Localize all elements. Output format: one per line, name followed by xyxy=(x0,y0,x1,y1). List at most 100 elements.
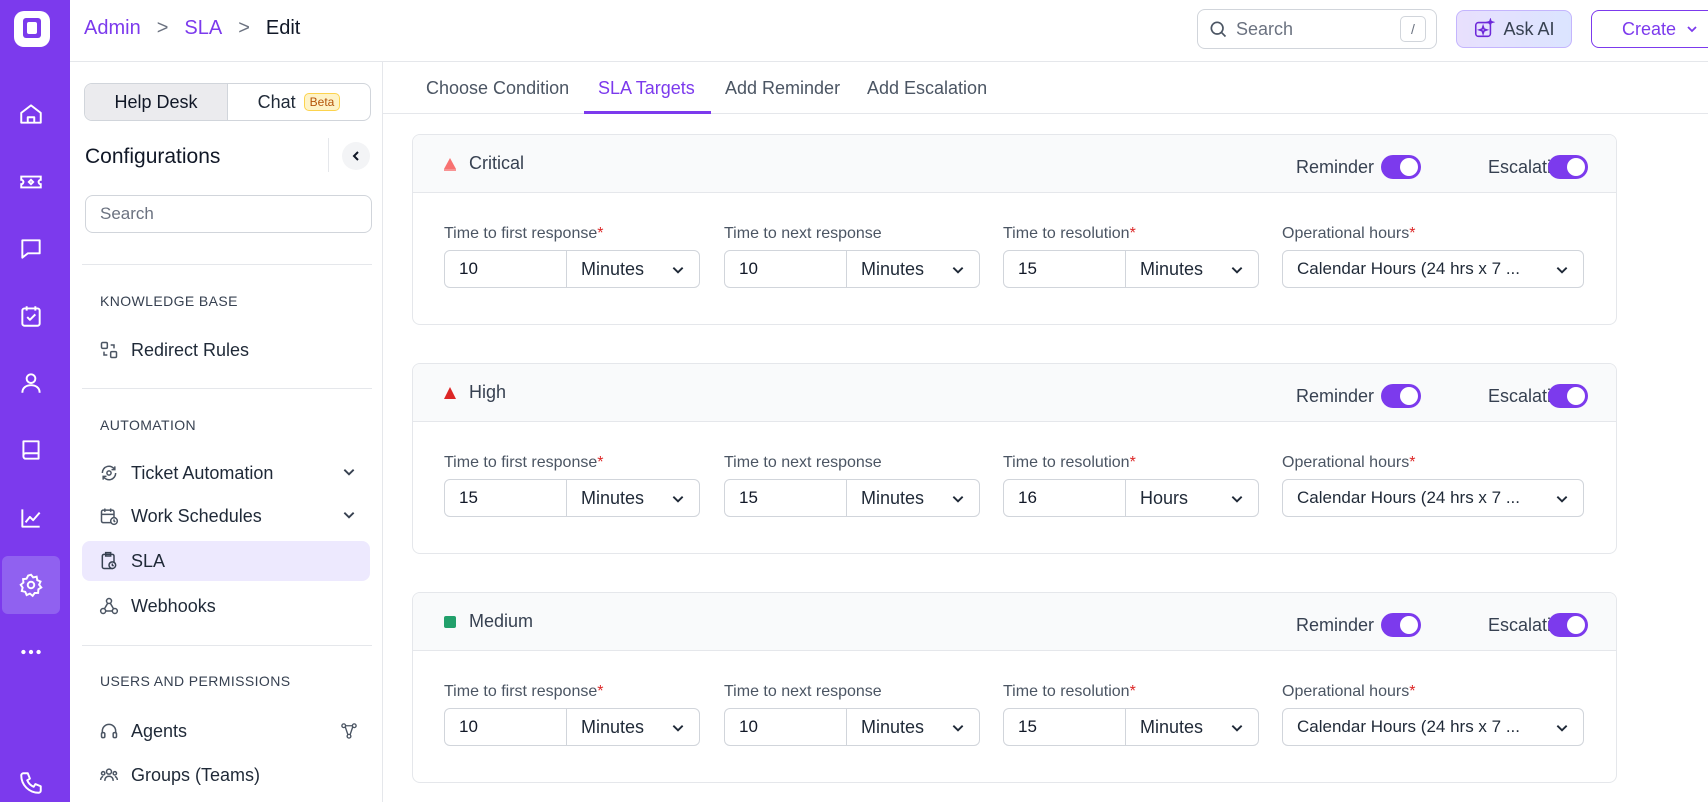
operational-hours-select[interactable]: Calendar Hours (24 hrs x 7 ... xyxy=(1282,250,1584,288)
escalation-toggle[interactable] xyxy=(1548,384,1588,408)
sidebar-item-webhooks[interactable]: Webhooks xyxy=(82,586,370,626)
ask-ai-label: Ask AI xyxy=(1503,18,1555,39)
resolution-value[interactable]: 15 xyxy=(1004,251,1126,287)
operational-hours-select[interactable]: Calendar Hours (24 hrs x 7 ... xyxy=(1282,708,1584,746)
chevron-down-icon xyxy=(1231,496,1243,503)
chevron-down-icon xyxy=(672,267,684,274)
reminder-toggle[interactable] xyxy=(1381,155,1421,179)
global-search-input[interactable]: Search / xyxy=(1197,9,1437,49)
next-response-unit-select[interactable]: Minutes xyxy=(847,480,979,516)
resolution-unit-select[interactable]: Minutes xyxy=(1126,251,1258,287)
operational-hours-label: Operational hours* xyxy=(1282,683,1416,700)
tab-choose-condition[interactable]: Choose Condition xyxy=(426,78,569,99)
analytics-chart-icon[interactable] xyxy=(2,489,60,547)
app-logo-icon[interactable] xyxy=(13,10,51,48)
reminder-toggle[interactable] xyxy=(1381,613,1421,637)
first-response-unit-select[interactable]: Minutes xyxy=(567,251,699,287)
knowledge-book-icon[interactable] xyxy=(2,421,60,479)
headset-icon xyxy=(100,723,118,739)
settings-gear-icon[interactable] xyxy=(2,556,60,614)
ask-ai-button[interactable]: Ask AI xyxy=(1456,10,1572,48)
first-response-unit-select[interactable]: Minutes xyxy=(567,709,699,745)
resolution-value[interactable]: 15 xyxy=(1004,709,1126,745)
chevron-down-icon xyxy=(672,496,684,503)
breadcrumb-sla[interactable]: SLA xyxy=(184,17,222,40)
next-response-value[interactable]: 10 xyxy=(725,709,847,745)
breadcrumb-admin[interactable]: Admin xyxy=(84,17,141,40)
tab-add-escalation[interactable]: Add Escalation xyxy=(867,78,987,99)
operational-hours-select[interactable]: Calendar Hours (24 hrs x 7 ... xyxy=(1282,479,1584,517)
sidebar-item-sla[interactable]: SLA xyxy=(82,541,370,581)
chevron-down-icon xyxy=(952,267,964,274)
breadcrumb-separator: > xyxy=(238,17,250,39)
chat-label: Chat xyxy=(257,91,296,112)
first-response-unit-select[interactable]: Minutes xyxy=(567,480,699,516)
critical-triangle-icon xyxy=(444,157,456,171)
sidebar-item-agents[interactable]: Agents xyxy=(82,711,370,751)
tab-sla-targets[interactable]: SLA Targets xyxy=(598,78,695,99)
section-knowledge-base: KNOWLEDGE BASE xyxy=(100,293,238,309)
calendar-clock-icon xyxy=(100,508,119,526)
resolution-unit-select[interactable]: Hours xyxy=(1126,480,1258,516)
tab-help-desk[interactable]: Help Desk xyxy=(85,84,228,120)
first-response-label: Time to first response* xyxy=(444,225,604,242)
chevron-down-icon xyxy=(1556,267,1568,274)
sidebar-item-groups[interactable]: Groups (Teams) xyxy=(82,755,370,795)
resolution-value[interactable]: 16 xyxy=(1004,480,1126,516)
next-response-unit-select[interactable]: Minutes xyxy=(847,709,979,745)
phone-icon[interactable] xyxy=(2,754,60,802)
sla-target-card-high: High Reminder Escalation Time to first r… xyxy=(412,363,1617,554)
first-response-value[interactable]: 15 xyxy=(445,480,567,516)
create-label: Create xyxy=(1621,18,1677,39)
automation-icon xyxy=(101,465,117,481)
operational-hours-label: Operational hours* xyxy=(1282,225,1416,242)
tab-chat[interactable]: Chat Beta xyxy=(228,84,370,120)
sidebar-item-ticket-automation[interactable]: Ticket Automation xyxy=(82,453,370,493)
sidebar-title: Configurations xyxy=(85,145,221,168)
chevron-down-icon xyxy=(343,469,355,476)
contacts-icon[interactable] xyxy=(2,354,60,412)
first-response-field: 10 Minutes xyxy=(444,708,700,746)
chevron-down-icon xyxy=(343,512,355,519)
hierarchy-icon[interactable] xyxy=(340,722,358,740)
sidebar-search-input[interactable] xyxy=(85,195,372,233)
reminder-label: Reminder xyxy=(1296,157,1375,177)
sidebar-item-label: Work Schedules xyxy=(131,505,262,526)
resolution-label: Time to resolution* xyxy=(1003,225,1136,242)
task-check-icon[interactable] xyxy=(2,287,60,345)
first-response-label: Time to first response* xyxy=(444,683,604,700)
group-users-icon xyxy=(99,768,119,781)
divider xyxy=(82,645,372,646)
first-response-value[interactable]: 10 xyxy=(445,709,567,745)
home-icon[interactable] xyxy=(2,85,60,143)
escalation-toggle[interactable] xyxy=(1548,613,1588,637)
active-tab-indicator xyxy=(584,111,711,114)
priority-name: Critical xyxy=(469,153,525,173)
section-users-permissions: USERS AND PERMISSIONS xyxy=(100,673,291,689)
section-automation: AUTOMATION xyxy=(100,417,197,433)
chevron-down-icon xyxy=(952,725,964,732)
first-response-value[interactable]: 10 xyxy=(445,251,567,287)
escalation-toggle[interactable] xyxy=(1548,155,1588,179)
resolution-unit-select[interactable]: Minutes xyxy=(1126,709,1258,745)
search-placeholder: Search xyxy=(1236,18,1294,39)
next-response-value[interactable]: 15 xyxy=(725,480,847,516)
next-response-value[interactable]: 10 xyxy=(725,251,847,287)
high-triangle-icon xyxy=(444,386,456,399)
create-button[interactable]: Create xyxy=(1591,10,1708,48)
operational-hours-label: Operational hours* xyxy=(1282,454,1416,471)
next-response-unit-select[interactable]: Minutes xyxy=(847,251,979,287)
chat-icon[interactable] xyxy=(2,220,60,278)
sidebar-item-redirect-rules[interactable]: Redirect Rules xyxy=(82,330,370,370)
chevron-down-icon xyxy=(672,725,684,732)
collapse-sidebar-button[interactable] xyxy=(342,142,370,170)
tab-add-reminder[interactable]: Add Reminder xyxy=(725,78,840,99)
ticket-icon[interactable] xyxy=(2,153,60,211)
search-icon xyxy=(1210,21,1227,38)
sidebar-item-work-schedules[interactable]: Work Schedules xyxy=(82,496,370,536)
reminder-toggle[interactable] xyxy=(1381,384,1421,408)
more-dots-icon[interactable] xyxy=(2,623,60,681)
ai-sparkle-icon xyxy=(1475,18,1496,38)
sidebar-item-label: Agents xyxy=(131,720,188,741)
sla-clipboard-icon xyxy=(101,551,117,570)
